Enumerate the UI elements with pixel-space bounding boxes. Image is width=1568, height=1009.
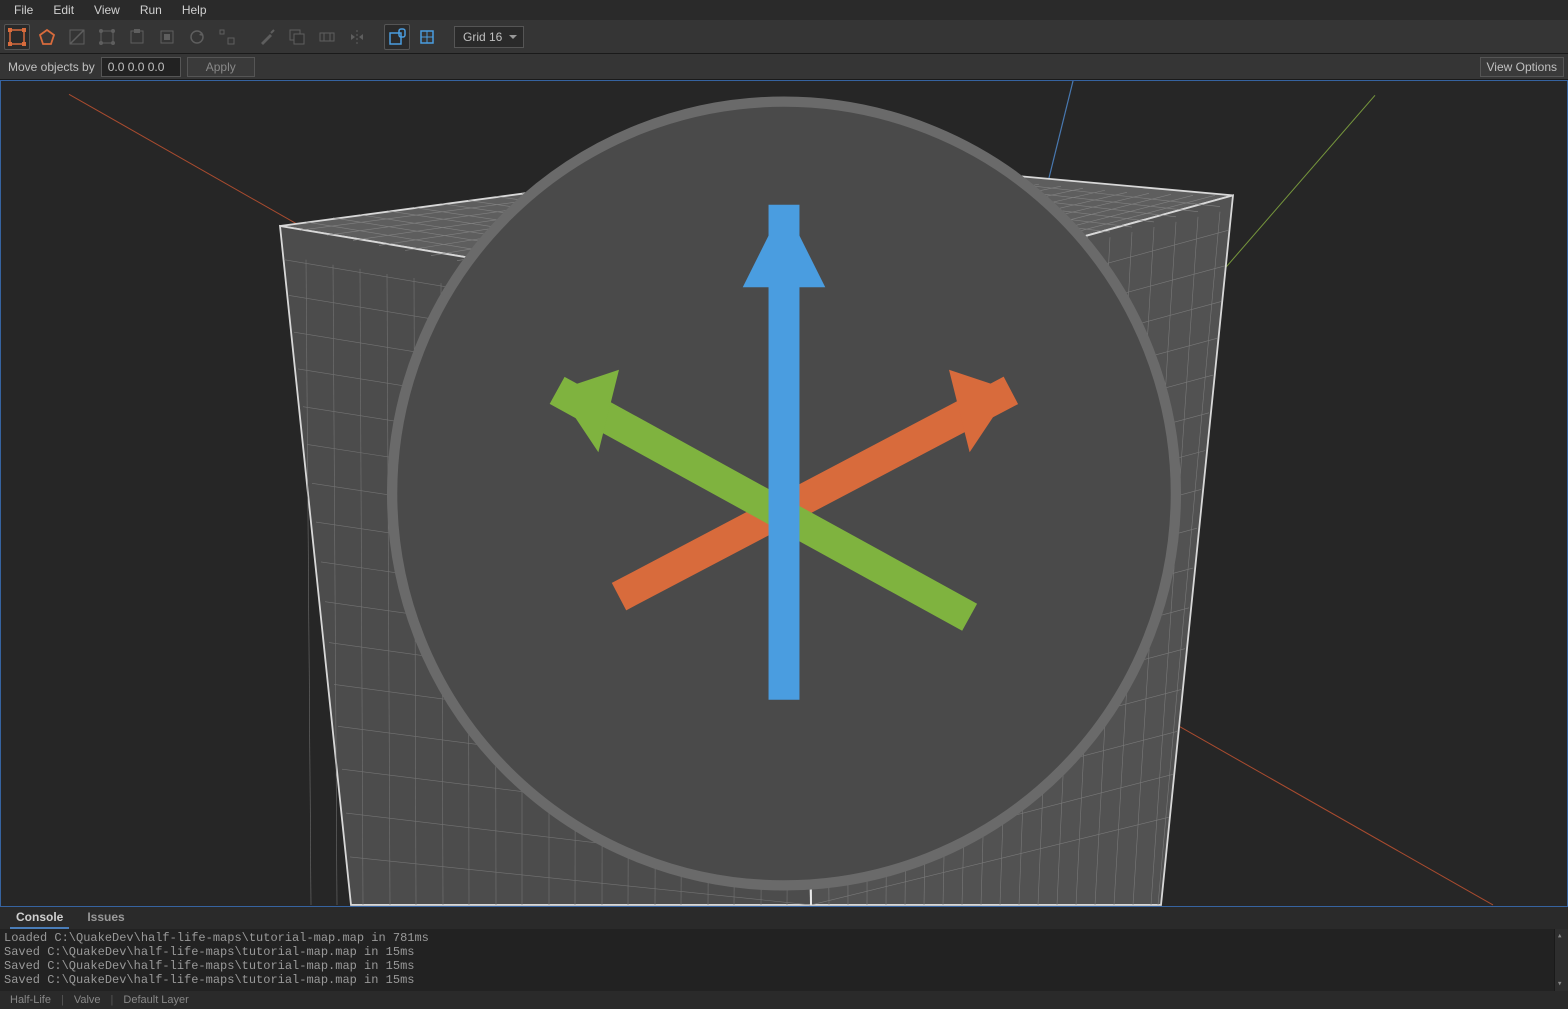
status-mod: Valve bbox=[74, 994, 101, 1006]
tool-knife bbox=[254, 24, 280, 50]
console-output: Loaded C:\QuakeDev\half-life-maps\tutori… bbox=[0, 929, 1568, 991]
apply-button[interactable]: Apply bbox=[187, 57, 255, 77]
menu-file[interactable]: File bbox=[4, 1, 43, 19]
tab-issues[interactable]: Issues bbox=[81, 907, 130, 929]
grid-size-label: Grid 16 bbox=[463, 30, 502, 44]
console-line: Saved C:\QuakeDev\half-life-maps\tutoria… bbox=[4, 959, 1564, 973]
toolbar: Grid 16 bbox=[0, 20, 1568, 54]
view-options-button[interactable]: View Options bbox=[1480, 57, 1564, 77]
tool-scale bbox=[214, 24, 240, 50]
status-separator: | bbox=[111, 994, 114, 1006]
tool-rotate bbox=[184, 24, 210, 50]
tool-brush[interactable] bbox=[34, 24, 60, 50]
tab-console[interactable]: Console bbox=[10, 907, 69, 929]
console-line: Saved C:\QuakeDev\half-life-maps\tutoria… bbox=[4, 973, 1564, 987]
axis-compass[interactable] bbox=[1, 81, 1567, 906]
tool-clip bbox=[64, 24, 90, 50]
menu-edit[interactable]: Edit bbox=[43, 1, 84, 19]
status-separator: | bbox=[61, 994, 64, 1006]
tool-texture-lock[interactable] bbox=[384, 24, 410, 50]
console-scrollbar[interactable] bbox=[1554, 929, 1568, 991]
menubar: File Edit View Run Help bbox=[0, 0, 1568, 20]
tool-vertex bbox=[94, 24, 120, 50]
tool-face bbox=[154, 24, 180, 50]
tool-csg-hollow bbox=[314, 24, 340, 50]
status-layer: Default Layer bbox=[123, 994, 188, 1006]
viewport-3d[interactable] bbox=[0, 80, 1568, 907]
menu-help[interactable]: Help bbox=[172, 1, 217, 19]
menu-view[interactable]: View bbox=[84, 1, 130, 19]
menu-run[interactable]: Run bbox=[130, 1, 172, 19]
move-by-label: Move objects by bbox=[8, 60, 95, 74]
tool-edge bbox=[124, 24, 150, 50]
tool-uv-lock[interactable] bbox=[414, 24, 440, 50]
status-game: Half-Life bbox=[10, 994, 51, 1006]
grid-size-dropdown[interactable]: Grid 16 bbox=[454, 26, 524, 48]
tool-csg-subtract bbox=[284, 24, 310, 50]
move-by-input[interactable] bbox=[101, 57, 181, 77]
console-line: Saved C:\QuakeDev\half-life-maps\tutoria… bbox=[4, 945, 1564, 959]
statusbar: Half-Life | Valve | Default Layer bbox=[0, 991, 1568, 1009]
secondbar: Move objects by Apply View Options bbox=[0, 54, 1568, 80]
bottom-panel-tabs: Console Issues bbox=[0, 907, 1568, 929]
tool-select-bounds[interactable] bbox=[4, 24, 30, 50]
console-line: Loaded C:\QuakeDev\half-life-maps\tutori… bbox=[4, 931, 1564, 945]
tool-flip bbox=[344, 24, 370, 50]
